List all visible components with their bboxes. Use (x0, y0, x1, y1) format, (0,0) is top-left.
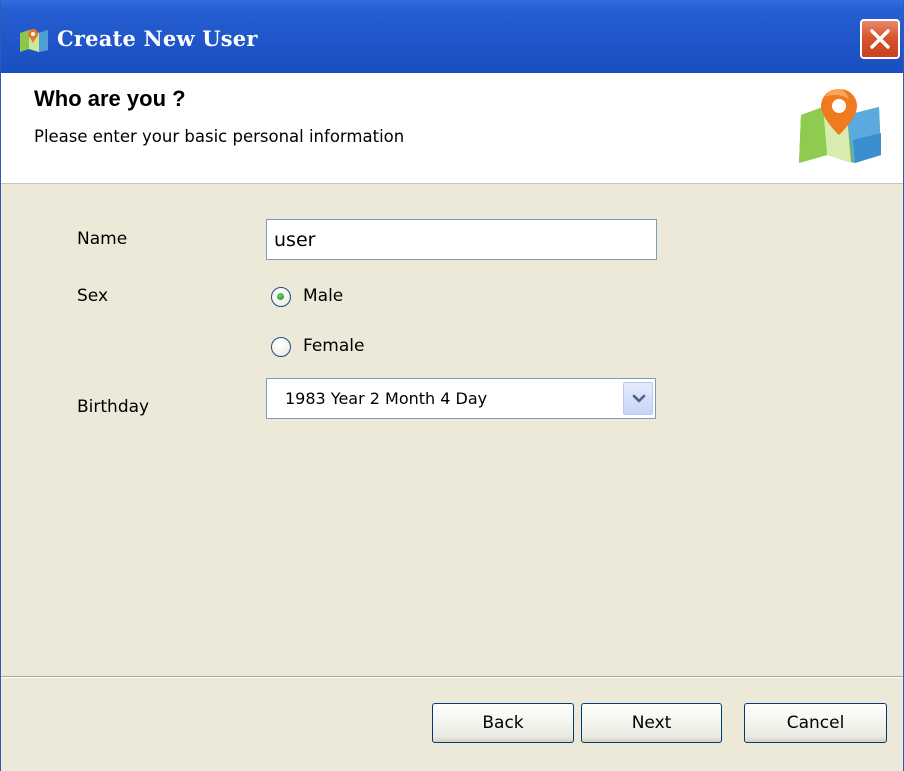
window-title: Create New User (57, 26, 258, 51)
sex-female-label[interactable]: Female (303, 336, 364, 356)
next-button[interactable]: Next (581, 703, 722, 743)
chevron-down-icon (632, 394, 646, 403)
close-icon (870, 29, 890, 49)
back-button[interactable]: Back (432, 703, 574, 743)
footer-divider (1, 676, 903, 678)
close-button[interactable] (860, 19, 900, 59)
birthday-label: Birthday (77, 397, 150, 417)
birthday-select[interactable]: 1983 Year 2 Month 4 Day (266, 378, 656, 419)
map-pin-icon (799, 89, 881, 163)
sex-male-radio[interactable] (271, 287, 291, 307)
name-input[interactable] (266, 219, 657, 260)
dropdown-button[interactable] (623, 382, 653, 415)
create-user-dialog: Create New User Who are you ? Please ent… (0, 0, 904, 771)
birthday-value: 1983 Year 2 Month 4 Day (285, 389, 488, 408)
sex-male-label[interactable]: Male (303, 286, 343, 306)
sex-female-radio[interactable] (271, 337, 291, 357)
title-bar[interactable]: Create New User (1, 0, 903, 73)
page-title: Who are you ? (34, 86, 186, 111)
wizard-header: Who are you ? Please enter your basic pe… (1, 73, 903, 184)
sex-label: Sex (77, 286, 109, 306)
page-subtitle: Please enter your basic personal informa… (34, 127, 405, 146)
map-app-icon (20, 29, 48, 52)
name-label: Name (77, 229, 128, 249)
cancel-button[interactable]: Cancel (744, 703, 887, 743)
radio-selected-dot (277, 293, 284, 300)
